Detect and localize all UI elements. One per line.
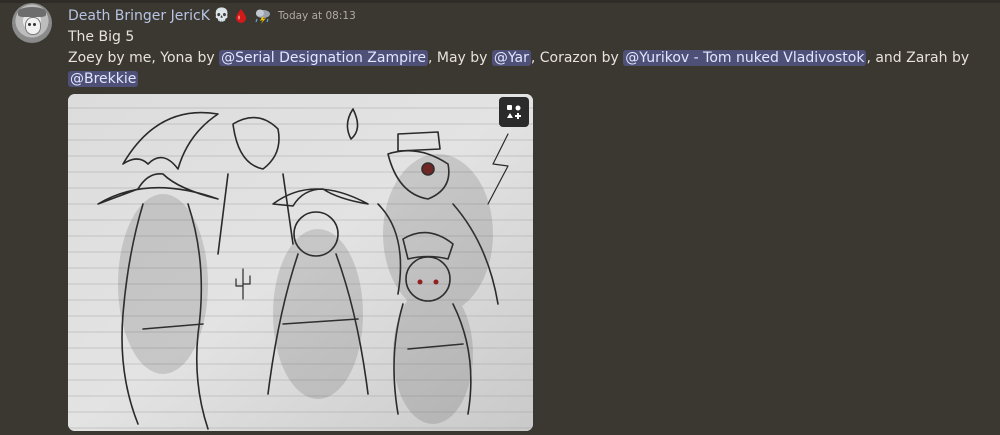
message-credits-line: Zoey by me, Yona by @Serial Designation …	[68, 50, 969, 66]
mention-yar[interactable]: @Yar	[491, 50, 531, 66]
media-actions-button[interactable]	[499, 97, 529, 127]
storm-cloud-icon	[254, 8, 270, 24]
credits-text: , May by	[427, 50, 492, 66]
message-header: Death Bringer JericK 💀 Today at 08:13	[68, 5, 356, 27]
author-name[interactable]: Death Bringer JericK	[68, 8, 210, 24]
credits-text: , Corazon by	[530, 50, 624, 66]
blood-drop-icon	[234, 8, 250, 24]
mention-brekkie[interactable]: @Brekkie	[68, 71, 139, 87]
mention-serial-designation-zampire[interactable]: @Serial Designation Zampire	[219, 50, 428, 66]
message-credits-line-2: @Brekkie	[68, 71, 139, 87]
avatar-eye-right	[33, 23, 36, 26]
media-actions-icon	[507, 105, 521, 119]
user-avatar[interactable]	[12, 3, 52, 43]
credits-text: Zoey by me, Yona by	[68, 50, 220, 66]
avatar-face-shape	[25, 17, 41, 35]
credits-text: , and Zarah by	[866, 50, 970, 66]
message-title-line: The Big 5	[68, 29, 135, 45]
avatar-hat-shape	[18, 7, 46, 17]
sketch-image	[68, 94, 533, 431]
skull-icon: 💀	[213, 8, 231, 23]
image-attachment[interactable]	[68, 94, 533, 431]
avatar-eye-left	[28, 23, 31, 26]
mention-yurikov[interactable]: @Yurikov - Tom nuked Vladivostok	[623, 50, 867, 66]
message-timestamp: Today at 08:13	[277, 10, 356, 22]
chat-message: Death Bringer JericK 💀 Today at 08:13 Th…	[0, 0, 1000, 435]
